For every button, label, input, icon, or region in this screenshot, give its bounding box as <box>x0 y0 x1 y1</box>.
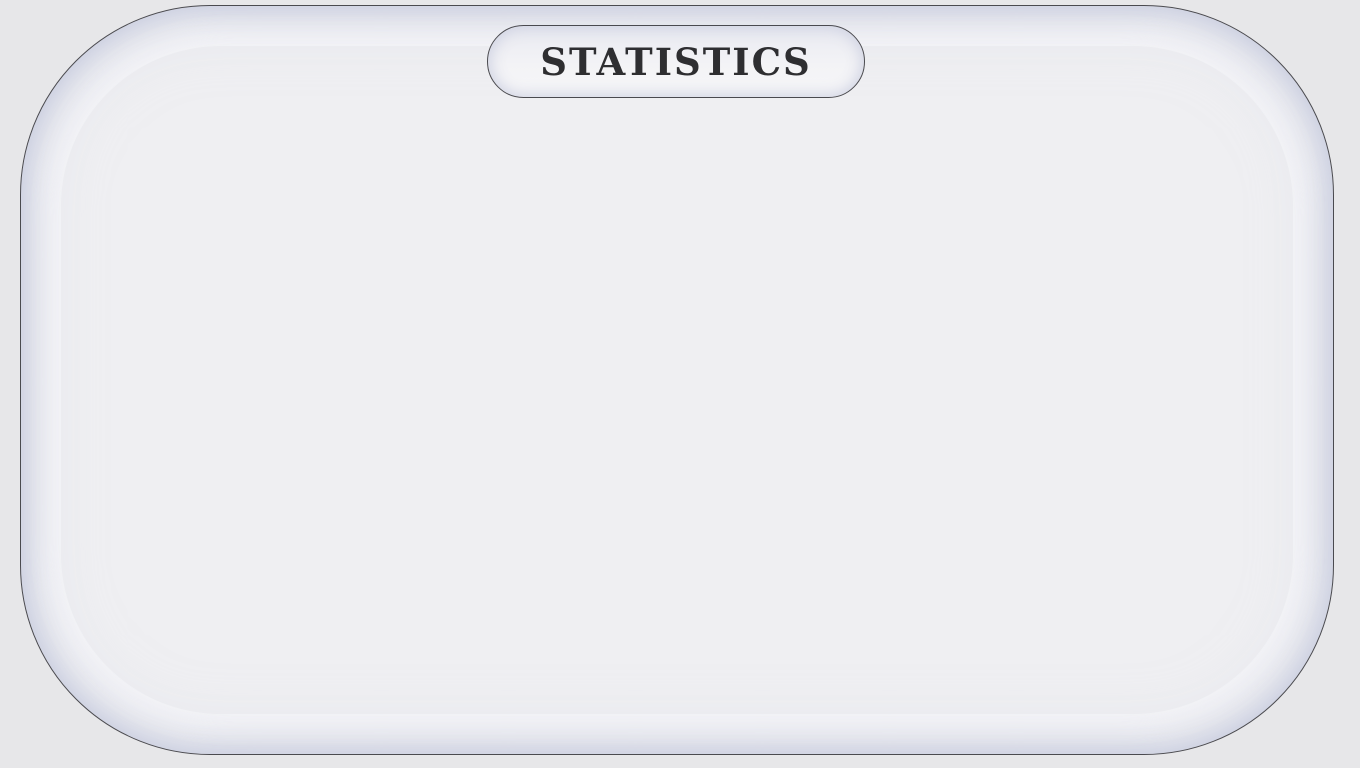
statistics-panel <box>20 5 1334 755</box>
statistics-screen: STATISTICS <box>0 0 1360 768</box>
title-banner: STATISTICS <box>487 25 865 98</box>
page-title: STATISTICS <box>540 40 812 84</box>
